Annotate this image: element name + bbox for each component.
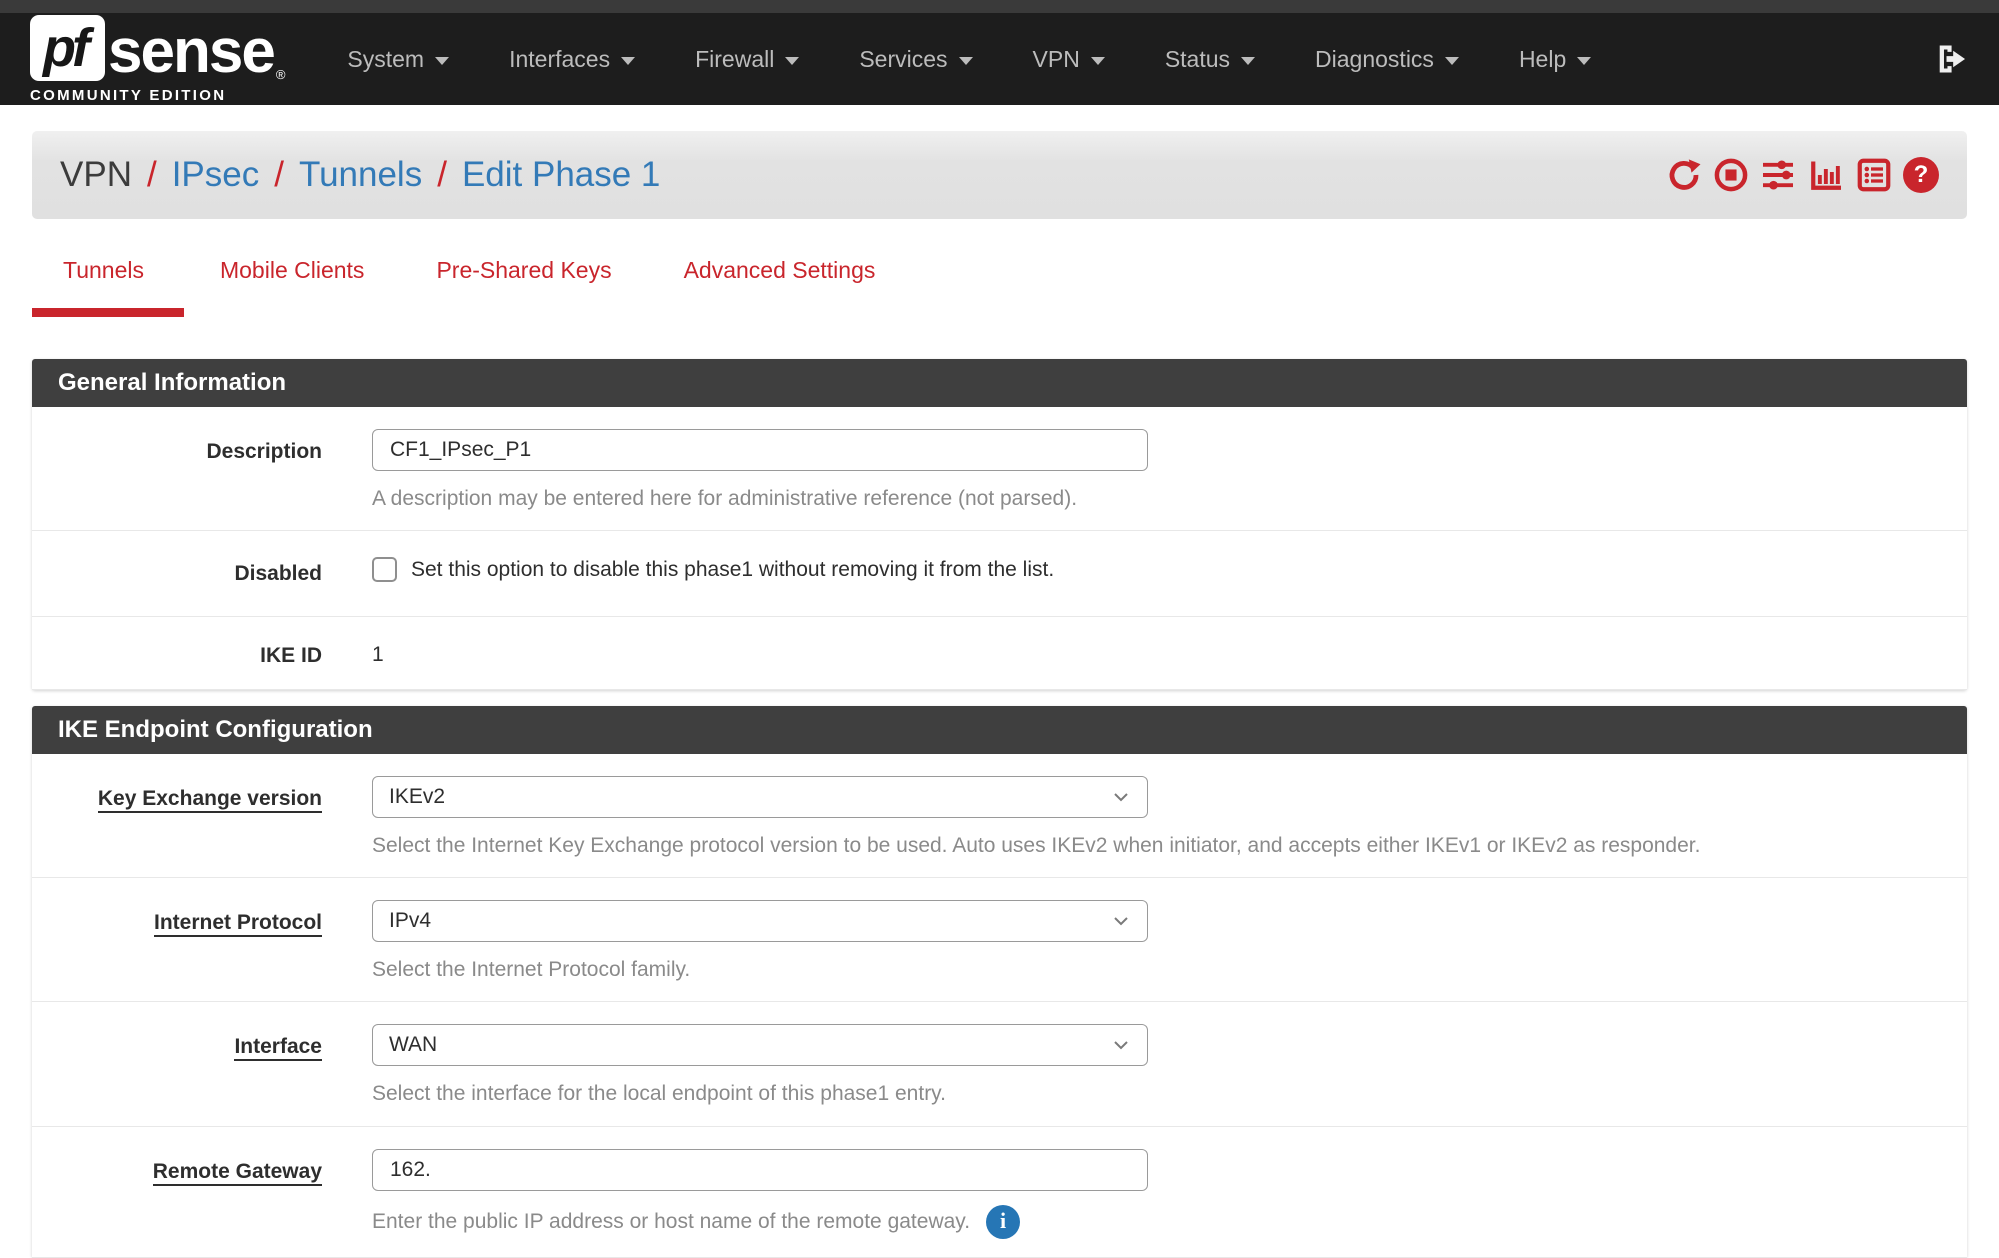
stop-icon[interactable] [1713, 157, 1749, 193]
menu-system-label: System [347, 46, 424, 73]
breadcrumb-separator: / [274, 155, 284, 195]
breadcrumb-separator: / [437, 155, 447, 195]
pfsense-logo[interactable]: pf sense ® COMMUNITY EDITION [30, 15, 285, 104]
row-disabled: Disabled Set this option to disable this… [32, 531, 1967, 616]
chart-bar-icon[interactable] [1807, 157, 1845, 193]
pfsense-logo-text: sense [108, 23, 274, 80]
interface-help: Select the interface for the local endpo… [372, 1080, 1927, 1107]
menu-diagnostics-label: Diagnostics [1315, 46, 1434, 73]
chevron-down-icon [1445, 57, 1459, 65]
panel-ike-endpoint-configuration: IKE Endpoint Configuration Key Exchange … [32, 706, 1967, 1258]
refresh-icon[interactable] [1666, 157, 1702, 193]
menu-system[interactable]: System [347, 46, 449, 73]
menu-firewall[interactable]: Firewall [695, 46, 799, 73]
pfsense-logo-tile: pf [30, 15, 105, 81]
sign-out-icon[interactable] [1931, 40, 1969, 78]
chevron-down-icon [785, 57, 799, 65]
key-exchange-version-label: Key Exchange version [32, 776, 322, 859]
row-internet-protocol: Internet Protocol IPv4 Select the Intern… [32, 878, 1967, 1002]
row-remote-gateway: Remote Gateway Enter the public IP addre… [32, 1127, 1967, 1258]
remote-gateway-help: Enter the public IP address or host name… [372, 1208, 970, 1235]
panel-general-information: General Information Description A descri… [32, 359, 1967, 690]
registered-mark: ® [276, 68, 286, 81]
menu-interfaces-label: Interfaces [509, 46, 610, 73]
breadcrumb-tunnels-link[interactable]: Tunnels [299, 155, 422, 195]
row-ike-id: IKE ID 1 [32, 617, 1967, 690]
breadcrumb: VPN / IPsec / Tunnels / Edit Phase 1 [60, 155, 660, 195]
description-input[interactable] [372, 429, 1148, 471]
internet-protocol-label: Internet Protocol [32, 900, 322, 983]
menu-help[interactable]: Help [1519, 46, 1591, 73]
menu-services[interactable]: Services [859, 46, 972, 73]
interface-select[interactable]: WAN [372, 1024, 1148, 1066]
chevron-down-icon [621, 57, 635, 65]
menu-firewall-label: Firewall [695, 46, 774, 73]
chevron-down-icon [1111, 911, 1131, 931]
tab-bar: Tunnels Mobile Clients Pre-Shared Keys A… [32, 257, 1967, 317]
breadcrumb-edit-phase1-link[interactable]: Edit Phase 1 [462, 155, 660, 195]
row-key-exchange-version: Key Exchange version IKEv2 Select the In… [32, 754, 1967, 878]
menu-interfaces[interactable]: Interfaces [509, 46, 635, 73]
description-help: A description may be entered here for ad… [372, 485, 1927, 512]
row-interface: Interface WAN Select the interface for t… [32, 1002, 1967, 1126]
breadcrumb-bar: VPN / IPsec / Tunnels / Edit Phase 1 [32, 131, 1967, 219]
menu-vpn[interactable]: VPN [1033, 46, 1105, 73]
internet-protocol-help: Select the Internet Protocol family. [372, 956, 1927, 983]
breadcrumb-vpn: VPN [60, 155, 132, 195]
log-list-icon[interactable] [1856, 157, 1892, 193]
key-exchange-version-label-text: Key Exchange version [98, 787, 322, 813]
remote-gateway-label-text: Remote Gateway [153, 1160, 322, 1186]
breadcrumb-ipsec-link[interactable]: IPsec [172, 155, 260, 195]
chevron-down-icon [1241, 57, 1255, 65]
chevron-down-icon [1111, 787, 1131, 807]
chevron-down-icon [1111, 1035, 1131, 1055]
menu-status-label: Status [1165, 46, 1230, 73]
help-icon[interactable]: ? [1903, 157, 1939, 193]
interface-label-text: Interface [234, 1035, 322, 1061]
internet-protocol-select[interactable]: IPv4 [372, 900, 1148, 942]
remote-gateway-input[interactable] [372, 1149, 1148, 1191]
chevron-down-icon [1577, 57, 1591, 65]
tab-tunnels[interactable]: Tunnels [32, 257, 184, 317]
tab-mobile-clients[interactable]: Mobile Clients [184, 257, 400, 317]
top-navbar: pf sense ® COMMUNITY EDITION System Inte… [0, 13, 1999, 105]
ike-id-label: IKE ID [32, 633, 322, 669]
tab-pre-shared-keys[interactable]: Pre-Shared Keys [400, 257, 647, 317]
ike-id-value: 1 [372, 633, 1927, 667]
page-content: VPN / IPsec / Tunnels / Edit Phase 1 [0, 131, 1999, 1258]
internet-protocol-label-text: Internet Protocol [154, 911, 322, 937]
main-menu: System Interfaces Firewall Services VPN … [347, 46, 1591, 73]
interface-label: Interface [32, 1024, 322, 1107]
menu-services-label: Services [859, 46, 947, 73]
sliders-icon[interactable] [1760, 157, 1796, 193]
key-exchange-version-value: IKEv2 [389, 785, 445, 809]
chevron-down-icon [959, 57, 973, 65]
window-top-strip [0, 0, 1999, 13]
panel-title: IKE Endpoint Configuration [32, 706, 1967, 754]
description-label: Description [32, 429, 322, 512]
breadcrumb-separator: / [147, 155, 157, 195]
remote-gateway-label: Remote Gateway [32, 1149, 322, 1239]
panel-title: General Information [32, 359, 1967, 407]
disabled-checkbox[interactable] [372, 557, 397, 582]
community-edition-label: COMMUNITY EDITION [30, 87, 285, 104]
chevron-down-icon [435, 57, 449, 65]
row-description: Description A description may be entered… [32, 407, 1967, 531]
key-exchange-version-help: Select the Internet Key Exchange protoco… [372, 832, 1927, 859]
menu-diagnostics[interactable]: Diagnostics [1315, 46, 1459, 73]
internet-protocol-value: IPv4 [389, 909, 431, 933]
disabled-checkbox-text: Set this option to disable this phase1 w… [411, 558, 1054, 582]
menu-help-label: Help [1519, 46, 1566, 73]
menu-status[interactable]: Status [1165, 46, 1255, 73]
disabled-label: Disabled [32, 557, 322, 587]
breadcrumb-actions: ? [1666, 157, 1939, 193]
tab-advanced-settings[interactable]: Advanced Settings [648, 257, 912, 317]
chevron-down-icon [1091, 57, 1105, 65]
info-icon[interactable]: i [986, 1205, 1020, 1239]
interface-value: WAN [389, 1033, 437, 1057]
menu-vpn-label: VPN [1033, 46, 1080, 73]
key-exchange-version-select[interactable]: IKEv2 [372, 776, 1148, 818]
